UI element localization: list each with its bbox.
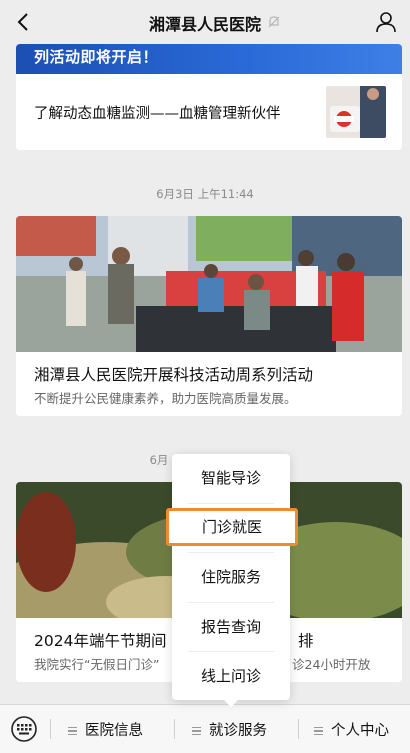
menu-label: 就诊服务 (209, 723, 267, 739)
article-card-science-week[interactable]: 湘潭县人民医院开展科技活动周系列活动 不断提升公民健康素养，助力医院高质量发展。 (16, 216, 402, 416)
article-thumbnail (326, 86, 386, 138)
menu-hospital-info[interactable]: 医院信息 (68, 719, 143, 740)
article-subtitle: 不断提升公民健康素养，助力医院高质量发展。 (34, 391, 297, 406)
divider (298, 719, 299, 739)
banner-text: 列活动即将开启！ (34, 48, 159, 66)
message-timestamp: 6月3日 上午11:44 (156, 187, 254, 201)
mute-bell-icon (268, 16, 280, 28)
menu-list-icon (314, 725, 323, 738)
banner-image: 列活动即将开启！ (16, 44, 402, 74)
submenu-item-smart-guide[interactable]: 智能导诊 (172, 454, 290, 503)
submenu-item-outpatient[interactable]: 门诊就医 (166, 508, 298, 546)
menu-list-icon (68, 725, 77, 738)
divider (50, 719, 51, 739)
divider (188, 503, 274, 504)
article-hero-image (16, 216, 402, 352)
bottom-menu-bar: 医院信息 就诊服务 个人中心 (0, 704, 410, 753)
menu-label: 个人中心 (331, 723, 389, 739)
article-subtitle-left: 我院实行“无假日门诊” (34, 657, 160, 672)
divider (174, 719, 175, 739)
article-subtitle-right: 诊24小时开放 (292, 657, 371, 672)
article-card-glucose[interactable]: 列活动即将开启！ 了解动态血糖监测——血糖管理新伙伴 (16, 44, 402, 150)
article-title-right: 排 (298, 632, 314, 650)
submenu-item-online-consult[interactable]: 线上问诊 (172, 652, 290, 701)
menu-list-icon (192, 725, 201, 738)
service-submenu: 智能导诊 住院服务 报告查询 线上问诊 (172, 454, 290, 700)
keyboard-icon[interactable] (10, 716, 38, 742)
article-title-left: 2024年端午节期间 (34, 632, 167, 650)
menu-medical-service[interactable]: 就诊服务 (192, 719, 267, 740)
submenu-item-reports[interactable]: 报告查询 (172, 603, 290, 652)
chat-header: 湘潭县人民医院 (0, 0, 410, 44)
menu-personal-center[interactable]: 个人中心 (314, 719, 389, 740)
profile-icon[interactable] (374, 10, 398, 34)
article-title: 湘潭县人民医院开展科技活动周系列活动 (34, 366, 314, 384)
submenu-item-inpatient[interactable]: 住院服务 (172, 553, 290, 602)
menu-label: 医院信息 (85, 723, 143, 739)
page-title: 湘潭县人民医院 (148, 15, 261, 34)
article-title: 了解动态血糖监测——血糖管理新伙伴 (34, 106, 281, 122)
submenu-pointer (224, 700, 238, 707)
